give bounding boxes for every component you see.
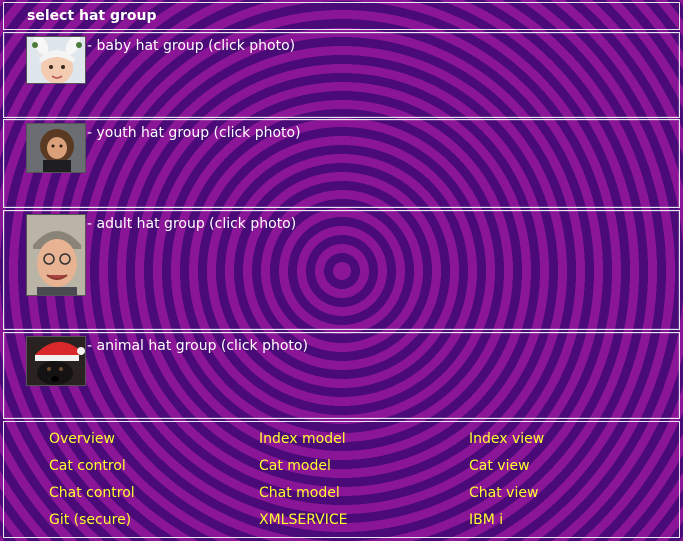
- nav-link-cat-view[interactable]: Cat view: [469, 458, 530, 474]
- nav-link-git-secure[interactable]: Git (secure): [49, 512, 131, 528]
- nav-link-chat-control[interactable]: Chat control: [49, 485, 135, 501]
- adult-group-caption: - adult hat group (click photo): [87, 216, 297, 232]
- adult-photo-image: [27, 215, 85, 295]
- footer-nav: Overview Index model Index view Cat cont…: [3, 421, 680, 538]
- nav-link-index-view[interactable]: Index view: [469, 431, 544, 447]
- page-title: select hat group: [27, 8, 157, 24]
- youth-photo[interactable]: [26, 123, 86, 173]
- nav-link-ibm-i[interactable]: IBM i: [469, 512, 503, 528]
- group-row-youth: - youth hat group (click photo): [3, 119, 680, 208]
- baby-photo-image: [27, 37, 85, 83]
- header-bar: select hat group: [3, 2, 680, 30]
- group-row-animal: - animal hat group (click photo): [3, 332, 680, 419]
- animal-photo[interactable]: [26, 336, 86, 386]
- nav-link-index-model[interactable]: Index model: [259, 431, 346, 447]
- baby-photo[interactable]: [26, 36, 86, 84]
- group-row-baby: - baby hat group (click photo): [3, 32, 680, 118]
- nav-link-cat-model[interactable]: Cat model: [259, 458, 331, 474]
- nav-link-chat-view[interactable]: Chat view: [469, 485, 538, 501]
- animal-photo-image: [27, 337, 85, 385]
- baby-group-caption: - baby hat group (click photo): [87, 38, 296, 54]
- adult-photo[interactable]: [26, 214, 86, 296]
- nav-link-cat-control[interactable]: Cat control: [49, 458, 126, 474]
- nav-link-chat-model[interactable]: Chat model: [259, 485, 340, 501]
- youth-group-caption: - youth hat group (click photo): [87, 125, 301, 141]
- nav-link-xmlservice[interactable]: XMLSERVICE: [259, 512, 348, 528]
- group-row-adult: - adult hat group (click photo): [3, 210, 680, 330]
- nav-link-overview[interactable]: Overview: [49, 431, 115, 447]
- animal-group-caption: - animal hat group (click photo): [87, 338, 308, 354]
- youth-photo-image: [27, 124, 85, 172]
